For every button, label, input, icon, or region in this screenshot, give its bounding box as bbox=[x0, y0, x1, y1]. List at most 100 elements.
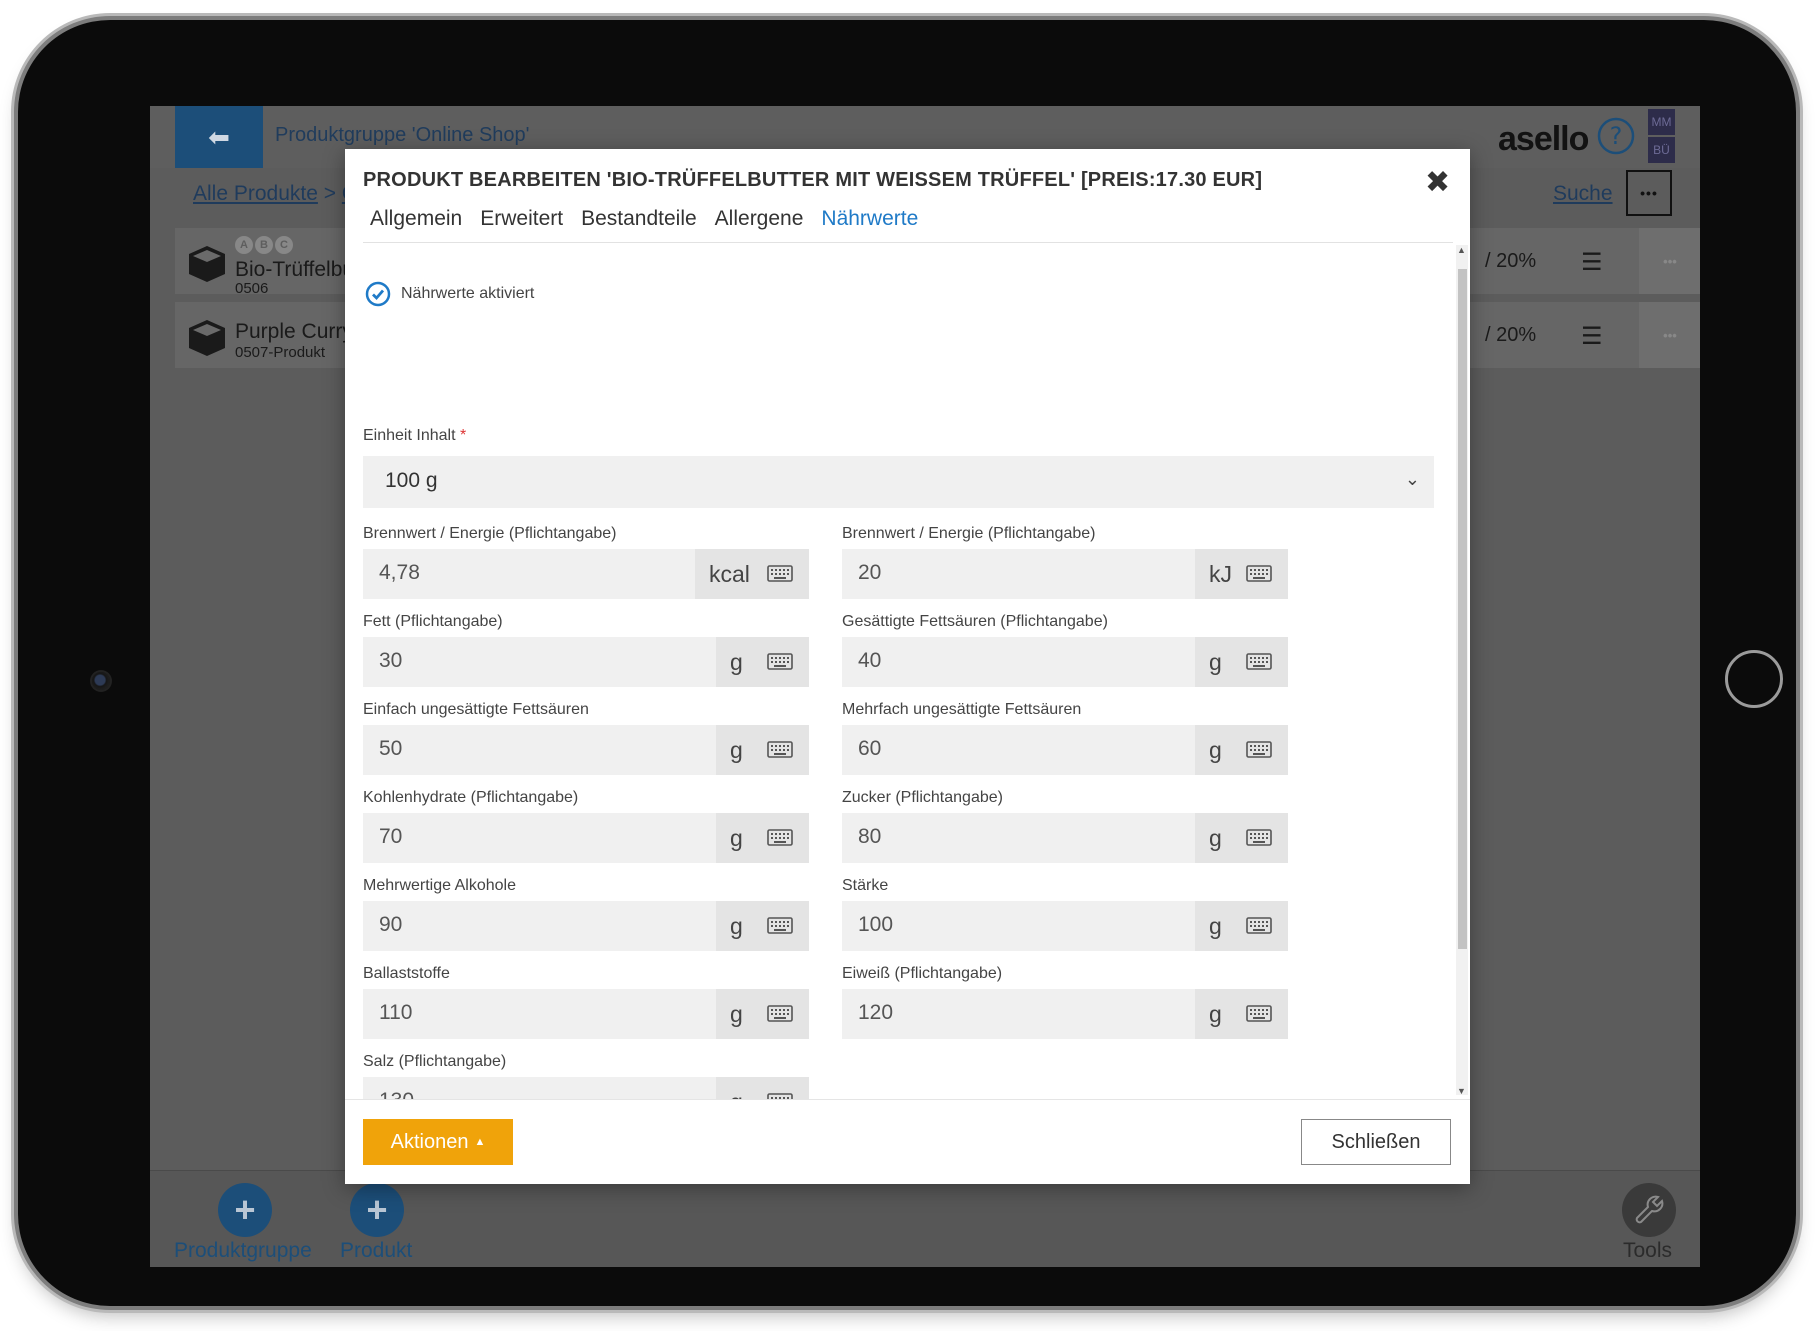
dialog-title: PRODUKT BEARBEITEN 'BIO-TRÜFFELBUTTER MI… bbox=[363, 169, 1263, 191]
nutrient-value[interactable]: 60 bbox=[858, 737, 881, 761]
search-link[interactable]: Suche bbox=[1553, 182, 1613, 206]
product-id: 0507-Produkt bbox=[235, 344, 326, 361]
cube-icon bbox=[189, 246, 225, 282]
nutrient-input[interactable]: 110 g bbox=[363, 989, 809, 1039]
add-product-label[interactable]: Produkt bbox=[340, 1239, 412, 1263]
breadcrumb: Alle Produkte > Or bbox=[193, 182, 365, 206]
nutrient-input[interactable]: 30 g bbox=[363, 637, 809, 687]
add-product-button[interactable]: + bbox=[350, 1183, 404, 1237]
nutrition-enabled-checkbox[interactable]: Nährwerte aktiviert bbox=[365, 281, 534, 307]
field-label: Brennwert / Energie (Pflichtangabe) bbox=[363, 525, 617, 542]
nutrient-input[interactable]: 50 g bbox=[363, 725, 809, 775]
tab-bar: Allgemein Erweitert Bestandteile Allerge… bbox=[370, 207, 918, 231]
nutrient-value[interactable]: 20 bbox=[858, 561, 881, 585]
unit-addon: kcal bbox=[695, 549, 809, 599]
breadcrumb-separator: > bbox=[323, 182, 337, 205]
nutrient-input[interactable]: 120 g bbox=[842, 989, 1288, 1039]
field-label: Einfach ungesättigte Fettsäuren bbox=[363, 701, 589, 718]
nutrient-value[interactable]: 120 bbox=[858, 1001, 893, 1025]
actions-label: Aktionen bbox=[390, 1130, 469, 1153]
row-more-button[interactable]: ••• bbox=[1639, 228, 1700, 294]
badge-b: B bbox=[255, 236, 273, 254]
home-button[interactable] bbox=[1725, 650, 1783, 708]
product-tax: / 20% bbox=[1485, 250, 1537, 272]
unit-addon: g bbox=[716, 813, 809, 863]
field-label: Salz (Pflichtangabe) bbox=[363, 1053, 507, 1070]
nutrient-input[interactable]: 80 g bbox=[842, 813, 1288, 863]
nutrient-value[interactable]: 80 bbox=[858, 825, 881, 849]
scroll-down-icon[interactable]: ▼ bbox=[1457, 1086, 1466, 1096]
nutrition-form: Nährwerte aktiviert Einheit Inhalt * 100… bbox=[345, 243, 1455, 1099]
nutrient-value[interactable]: 30 bbox=[379, 649, 402, 673]
unit-select[interactable]: 100 g ⌄ bbox=[363, 456, 1434, 508]
plus-icon: + bbox=[234, 1189, 256, 1230]
svg-text:?: ? bbox=[1610, 122, 1623, 150]
nutrient-input[interactable]: 130 g bbox=[363, 1077, 809, 1099]
keyboard-icon[interactable] bbox=[767, 1005, 793, 1022]
back-button[interactable]: ⬅ bbox=[175, 106, 263, 168]
keyboard-icon[interactable] bbox=[767, 653, 793, 670]
hamburger-icon[interactable]: ☰ bbox=[1581, 248, 1603, 277]
nutrient-value[interactable]: 90 bbox=[379, 913, 402, 937]
tools-button[interactable] bbox=[1622, 1183, 1676, 1237]
nutrient-input[interactable]: 70 g bbox=[363, 813, 809, 863]
field-label: Ballaststoffe bbox=[363, 965, 450, 982]
unit-text: kcal bbox=[709, 560, 750, 587]
actions-button[interactable]: Aktionen ▲ bbox=[363, 1119, 513, 1165]
breadcrumb-all-products[interactable]: Alle Produkte bbox=[193, 182, 318, 205]
add-group-label[interactable]: Produktgruppe bbox=[174, 1239, 312, 1263]
product-name: Bio-Trüffelbu bbox=[235, 258, 355, 281]
keyboard-icon[interactable] bbox=[1246, 653, 1272, 670]
nutrient-value[interactable]: 4,78 bbox=[379, 561, 420, 585]
nutrient-input[interactable]: 90 g bbox=[363, 901, 809, 951]
camera-icon bbox=[92, 672, 110, 690]
nutrient-input[interactable]: 60 g bbox=[842, 725, 1288, 775]
field-label: Mehrfach ungesättigte Fettsäuren bbox=[842, 701, 1082, 718]
keyboard-icon[interactable] bbox=[767, 741, 793, 758]
nutrient-value[interactable]: 100 bbox=[858, 913, 893, 937]
row-more-button[interactable]: ••• bbox=[1639, 302, 1700, 368]
nutrient-value[interactable]: 130 bbox=[379, 1089, 414, 1099]
tab-allergene[interactable]: Allergene bbox=[715, 207, 804, 231]
keyboard-icon[interactable] bbox=[767, 565, 793, 582]
close-button[interactable]: Schließen bbox=[1301, 1119, 1451, 1165]
nutrient-value[interactable]: 50 bbox=[379, 737, 402, 761]
help-icon[interactable]: ? bbox=[1596, 116, 1636, 156]
add-group-button[interactable]: + bbox=[218, 1183, 272, 1237]
keyboard-icon[interactable] bbox=[767, 917, 793, 934]
unit-addon: g bbox=[716, 1077, 809, 1099]
keyboard-icon[interactable] bbox=[1246, 917, 1272, 934]
nutrient-input[interactable]: 4,78 kcal bbox=[363, 549, 809, 599]
user-initials-bottom[interactable]: BÜ bbox=[1648, 137, 1675, 163]
keyboard-icon[interactable] bbox=[767, 829, 793, 846]
nutrient-value[interactable]: 110 bbox=[379, 1001, 412, 1025]
hamburger-icon[interactable]: ☰ bbox=[1581, 322, 1603, 351]
nutrient-value[interactable]: 40 bbox=[858, 649, 881, 673]
keyboard-icon[interactable] bbox=[1246, 741, 1272, 758]
nutrient-input[interactable]: 20 kJ bbox=[842, 549, 1288, 599]
unit-text: g bbox=[1209, 648, 1222, 675]
checkbox-label: Nährwerte aktiviert bbox=[401, 285, 535, 302]
scroll-up-icon[interactable]: ▲ bbox=[1457, 245, 1466, 255]
unit-addon: g bbox=[716, 637, 809, 687]
unit-addon: g bbox=[716, 725, 809, 775]
dialog-scrollbar-thumb[interactable] bbox=[1458, 269, 1467, 949]
nutrient-value[interactable]: 70 bbox=[379, 825, 402, 849]
close-icon[interactable]: ✖ bbox=[1425, 165, 1450, 200]
keyboard-icon[interactable] bbox=[1246, 565, 1272, 582]
field-label: Gesättigte Fettsäuren (Pflichtangabe) bbox=[842, 613, 1108, 630]
tab-allgemein[interactable]: Allgemein bbox=[370, 207, 462, 231]
tab-bestandteile[interactable]: Bestandteile bbox=[581, 207, 697, 231]
keyboard-icon[interactable] bbox=[1246, 1005, 1272, 1022]
caret-up-icon: ▲ bbox=[474, 1136, 486, 1148]
nutrient-input[interactable]: 100 g bbox=[842, 901, 1288, 951]
tab-naehrwerte[interactable]: Nährwerte bbox=[821, 207, 918, 231]
user-initials-top[interactable]: MM bbox=[1648, 109, 1675, 135]
more-options-button[interactable]: ••• bbox=[1626, 170, 1672, 216]
cube-icon bbox=[189, 320, 225, 356]
nutrient-input[interactable]: 40 g bbox=[842, 637, 1288, 687]
tab-erweitert[interactable]: Erweitert bbox=[480, 207, 563, 231]
unit-text: g bbox=[730, 912, 743, 939]
keyboard-icon[interactable] bbox=[1246, 829, 1272, 846]
tools-label[interactable]: Tools bbox=[1623, 1239, 1672, 1263]
